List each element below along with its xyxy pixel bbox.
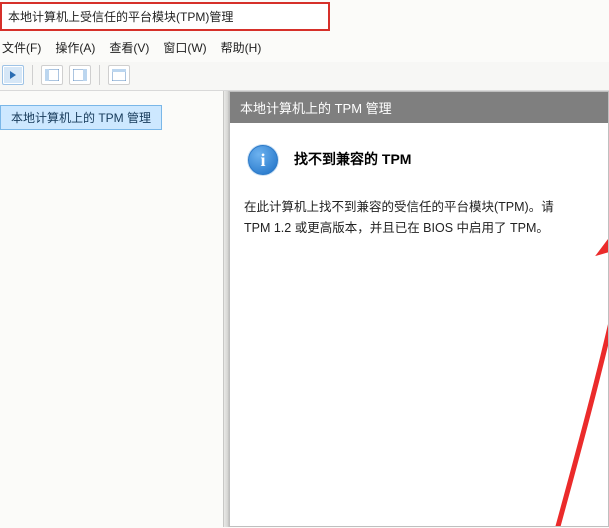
results-pane: 本地计算机上的 TPM 管理 i 找不到兼容的 TPM 在此计算机上找不到兼容的… xyxy=(229,91,609,527)
nav-forward-icon xyxy=(8,70,18,80)
results-pane-body: i 找不到兼容的 TPM 在此计算机上找不到兼容的受信任的平台模块(TPM)。请… xyxy=(230,123,608,250)
window-title: 本地计算机上受信任的平台模块(TPM)管理 xyxy=(8,10,233,24)
tree-node-tpm-management[interactable]: 本地计算机上的 TPM 管理 xyxy=(0,105,162,130)
help-button[interactable] xyxy=(108,65,130,85)
menu-window[interactable]: 窗口(W) xyxy=(163,39,206,56)
status-row: i 找不到兼容的 TPM xyxy=(248,145,598,175)
menu-action[interactable]: 操作(A) xyxy=(55,39,95,56)
results-pane-header: 本地计算机上的 TPM 管理 xyxy=(230,92,608,123)
show-hide-action-pane-icon xyxy=(73,69,87,81)
show-hide-action-pane-button[interactable] xyxy=(69,65,91,85)
window-title-highlight: 本地计算机上受信任的平台模块(TPM)管理 xyxy=(0,2,330,31)
show-hide-tree-icon xyxy=(45,69,59,81)
show-hide-tree-button[interactable] xyxy=(41,65,63,85)
menu-bar: 文件(F) 操作(A) 查看(V) 窗口(W) 帮助(H) xyxy=(0,35,609,62)
menu-file[interactable]: 文件(F) xyxy=(2,39,41,56)
status-heading: 找不到兼容的 TPM xyxy=(294,148,411,172)
nav-forward-button[interactable] xyxy=(2,65,24,85)
status-message-line2: TPM 1.2 或更高版本，并且已在 BIOS 中启用了 TPM。 xyxy=(244,218,598,239)
work-area: 本地计算机上的 TPM 管理 本地计算机上的 TPM 管理 i 找不到兼容的 T… xyxy=(0,91,609,527)
status-message-line1: 在此计算机上找不到兼容的受信任的平台模块(TPM)。请 xyxy=(244,197,598,218)
help-icon xyxy=(112,69,126,81)
menu-help[interactable]: 帮助(H) xyxy=(221,39,262,56)
toolbar-divider xyxy=(99,65,100,85)
console-tree-pane: 本地计算机上的 TPM 管理 xyxy=(0,91,223,527)
info-icon: i xyxy=(248,145,278,175)
menu-view[interactable]: 查看(V) xyxy=(109,39,149,56)
toolbar xyxy=(0,62,609,91)
annotation-arrow xyxy=(480,222,609,527)
toolbar-divider xyxy=(32,65,33,85)
